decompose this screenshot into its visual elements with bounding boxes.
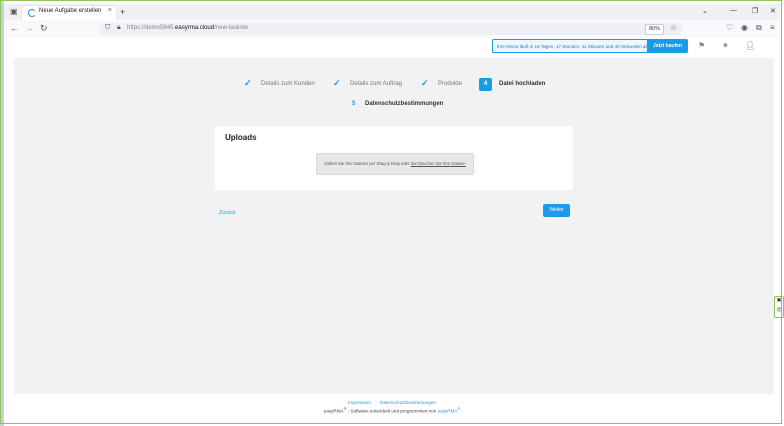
screen-frame <box>0 0 782 424</box>
